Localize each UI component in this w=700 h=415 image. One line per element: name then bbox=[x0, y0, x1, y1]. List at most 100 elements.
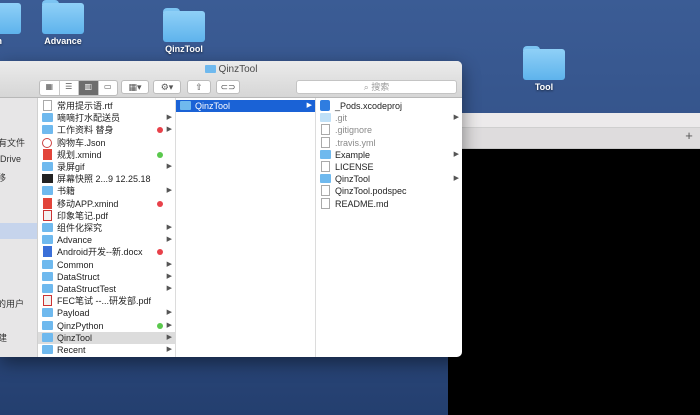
file-name: README.md bbox=[335, 198, 389, 209]
file-name: 移动APP.xmind bbox=[57, 198, 119, 209]
sidebar-item-selected[interactable] bbox=[0, 223, 37, 239]
file-row[interactable]: 移动APP.xmind bbox=[38, 197, 175, 210]
chevron-right-icon: ▶ bbox=[166, 346, 172, 353]
file-icon bbox=[321, 124, 330, 136]
desktop-icon-advance[interactable]: Advance bbox=[23, 0, 103, 46]
file-icon bbox=[43, 197, 52, 209]
file-row[interactable]: 购物车.Json bbox=[38, 137, 175, 149]
file-icon bbox=[43, 100, 52, 111]
file-row[interactable]: 录屏gif ▶ bbox=[38, 161, 175, 173]
file-name: Recent bbox=[57, 345, 86, 355]
file-row[interactable]: 书籍 ▶ bbox=[38, 185, 175, 197]
column-view-icon[interactable]: ▥ bbox=[79, 81, 99, 95]
file-name: QinzTool bbox=[195, 101, 231, 111]
file-name: 常用提示语.rtf bbox=[57, 101, 113, 111]
file-name: 规划.xmind bbox=[57, 149, 102, 160]
file-row[interactable]: DataStruct ▶ bbox=[38, 271, 175, 283]
sidebar-item[interactable]: 移 bbox=[0, 171, 6, 184]
file-row[interactable]: QinzTool.podspec bbox=[316, 185, 462, 197]
chevron-right-icon: ▶ bbox=[453, 114, 459, 122]
sidebar-item[interactable]: 有文件 bbox=[0, 136, 25, 149]
chevron-right-icon: ▶ bbox=[166, 126, 172, 134]
desktop-icon-qinztool[interactable]: QinzTool bbox=[144, 8, 224, 54]
desktop-icon-label: Tool bbox=[534, 82, 554, 92]
folder-icon bbox=[42, 125, 53, 135]
file-name: LICENSE bbox=[335, 162, 374, 172]
file-icon bbox=[42, 174, 53, 184]
finder-titlebar: QinzTool ▦ ☰ ▥ ▭ ▦▾ ⚙▾ ⇧ ⊂⊃ ⌕ 搜索 bbox=[0, 61, 462, 98]
chevron-right-icon: ▶ bbox=[166, 163, 172, 170]
chevron-right-icon: ▶ bbox=[166, 224, 172, 231]
icon-view-icon[interactable]: ▦ bbox=[40, 81, 60, 95]
gallery-view-icon[interactable]: ▭ bbox=[99, 81, 118, 95]
file-row[interactable]: Common ▶ bbox=[38, 259, 175, 271]
column-1: 常用提示语.rtf 嘀嘀打水配送员 ▶ 工作资料 替身 ▶ 购物车.Json 规划.xmin… bbox=[38, 98, 176, 357]
file-row[interactable]: QinzTool ▶ bbox=[316, 173, 462, 185]
file-row[interactable]: Example ▶ bbox=[316, 149, 462, 161]
file-name: QinzTool bbox=[57, 332, 93, 343]
chevron-right-icon: ▶ bbox=[166, 260, 172, 268]
file-row[interactable]: Android开发--新.docx bbox=[38, 246, 175, 258]
view-mode-control[interactable]: ▦ ☰ ▥ ▭ bbox=[39, 80, 118, 96]
desktop-icon-tool[interactable]: Tool bbox=[504, 46, 584, 92]
file-row[interactable]: QinzTool ▶ bbox=[38, 331, 175, 344]
file-name: .gitignore bbox=[335, 125, 373, 136]
chevron-right-icon: ▶ bbox=[166, 333, 172, 341]
chevron-right-icon: ▶ bbox=[306, 102, 312, 109]
window-title: QinzTool bbox=[0, 64, 462, 75]
tag-dot-icon bbox=[157, 200, 163, 207]
file-row[interactable]: 组件化探究 ▶ bbox=[38, 222, 175, 234]
tag-button[interactable]: ⊂⊃ bbox=[216, 80, 240, 94]
desktop-icon-label: Advance bbox=[44, 36, 82, 46]
file-row[interactable]: DataStructTest ▶ bbox=[38, 283, 175, 295]
file-icon bbox=[43, 209, 52, 221]
file-row[interactable]: Payload ▶ bbox=[38, 307, 175, 319]
tag-dot-icon bbox=[157, 322, 163, 329]
file-row[interactable]: 规划.xmind bbox=[38, 148, 175, 161]
file-row[interactable]: .git ▶ bbox=[316, 112, 462, 124]
file-name: QinzPython bbox=[57, 320, 104, 331]
list-view-icon[interactable]: ☰ bbox=[60, 81, 79, 95]
file-name: Common bbox=[57, 259, 94, 270]
file-row[interactable]: 常用提示语.rtf bbox=[38, 100, 175, 112]
folder-icon bbox=[42, 345, 53, 354]
file-icon bbox=[321, 161, 330, 172]
file-name: QinzTool bbox=[335, 174, 371, 185]
file-row[interactable]: FEC笔试 --...研发部.pdf bbox=[38, 295, 175, 307]
file-row[interactable]: QinzTool ▶ bbox=[176, 100, 315, 112]
action-gear-button[interactable]: ⚙▾ bbox=[153, 80, 181, 94]
file-row[interactable]: QinzPython ▶ bbox=[38, 320, 175, 332]
file-icon bbox=[43, 148, 52, 160]
file-name: 印象笔记.pdf bbox=[57, 210, 109, 221]
file-row[interactable]: 印象笔记.pdf bbox=[38, 209, 175, 222]
new-tab-button[interactable]: + bbox=[682, 129, 696, 143]
file-row[interactable]: 嘀嘀打水配送员 ▶ bbox=[38, 112, 175, 124]
file-row[interactable]: README.md bbox=[316, 197, 462, 210]
tag-dot-icon bbox=[157, 127, 163, 134]
terminal-window[interactable]: + bbox=[448, 113, 700, 415]
finder-window: QinzTool ▦ ☰ ▥ ▭ ▦▾ ⚙▾ ⇧ ⊂⊃ ⌕ 搜索 有文件 Dri… bbox=[0, 61, 462, 357]
share-button[interactable]: ⇧ bbox=[187, 80, 211, 94]
file-row[interactable]: .gitignore bbox=[316, 124, 462, 136]
group-button[interactable]: ▦▾ bbox=[121, 80, 149, 94]
sidebar-item[interactable]: 的用户 bbox=[0, 297, 24, 310]
file-row[interactable]: Advance ▶ bbox=[38, 234, 175, 246]
file-row[interactable]: 屏幕快照 2...9 12.25.18 bbox=[38, 173, 175, 185]
file-name: 购物车.Json bbox=[57, 137, 106, 148]
folder-icon bbox=[42, 223, 53, 232]
file-row[interactable]: 工作资料 替身 ▶ bbox=[38, 124, 175, 136]
chevron-right-icon: ▶ bbox=[166, 114, 172, 122]
file-name: .git bbox=[335, 113, 348, 124]
search-field[interactable]: ⌕ 搜索 bbox=[296, 80, 457, 94]
file-row[interactable]: .travis.yml bbox=[316, 136, 462, 149]
folder-icon bbox=[42, 332, 53, 342]
folder-icon bbox=[42, 113, 53, 123]
sidebar-item[interactable]: Drive bbox=[0, 154, 21, 164]
file-icon bbox=[321, 197, 330, 209]
chevron-right-icon: ▶ bbox=[166, 285, 172, 292]
sidebar-item[interactable]: 建 bbox=[0, 331, 7, 344]
folder-icon bbox=[42, 320, 53, 330]
file-row[interactable]: _Pods.xcodeproj bbox=[316, 100, 462, 112]
file-row[interactable]: Recent ▶ bbox=[38, 344, 175, 356]
file-row[interactable]: LICENSE bbox=[316, 161, 462, 173]
